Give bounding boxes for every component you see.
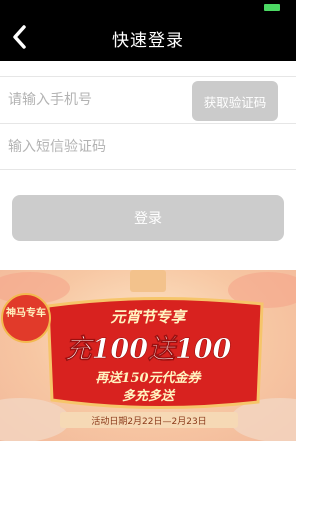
- promo-banner[interactable]: 神马专车 元宵节专享 充100送100 再送150元代金券 多充多送 活动日期2…: [0, 270, 296, 441]
- phone-input[interactable]: [8, 77, 178, 123]
- lantern-icon: [130, 270, 166, 292]
- promo-headline: 充100送100: [65, 334, 232, 365]
- sms-code-input[interactable]: [8, 124, 178, 170]
- promo-subtitle: 元宵节专享: [110, 308, 188, 326]
- status-bar: [0, 0, 296, 14]
- get-code-button[interactable]: 获取验证码: [192, 81, 278, 121]
- navigation-bar: 快速登录: [0, 14, 296, 61]
- code-row: [0, 123, 296, 170]
- badge-text-1: 神马专车: [6, 306, 46, 319]
- promo-line3: 多充多送: [122, 388, 176, 404]
- battery-icon: [264, 4, 280, 11]
- login-button[interactable]: 登录: [12, 195, 284, 241]
- promo-line2: 再送150元代金券: [95, 370, 202, 386]
- phone-row: 获取验证码: [0, 76, 296, 123]
- promo-date: 活动日期2月22日—2月23日: [91, 415, 206, 427]
- login-form: 获取验证码: [0, 76, 296, 170]
- page-title: 快速登录: [112, 31, 184, 51]
